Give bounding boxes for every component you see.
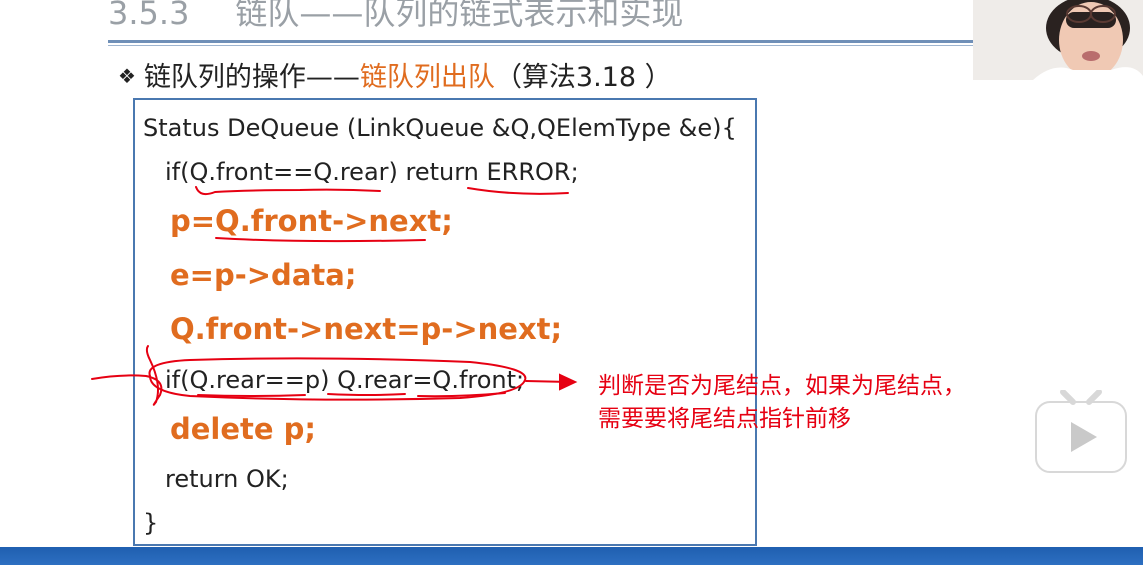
play-icon [1035, 389, 1127, 473]
presenter-thumbnail [973, 0, 1143, 80]
play-button[interactable] [1033, 389, 1129, 476]
bottom-bar [0, 547, 1143, 565]
handwritten-annotations [91, 186, 578, 406]
